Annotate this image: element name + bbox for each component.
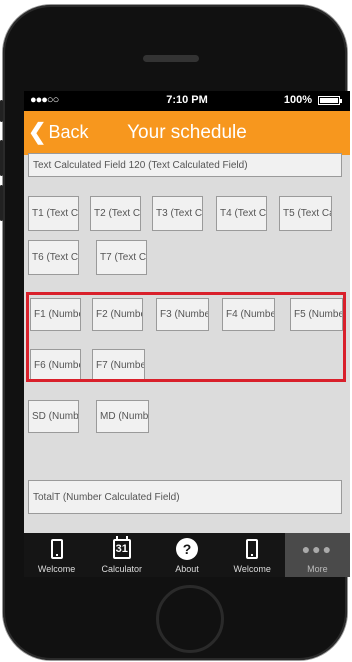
page-title: Your schedule: [127, 122, 247, 143]
more-dots-icon: ●●●: [301, 541, 334, 557]
text-calculated-field-120[interactable]: Text Calculated Field 120 (Text Calculat…: [28, 153, 342, 177]
phone-icon: [246, 539, 259, 559]
tab-label: Calculator: [101, 564, 143, 574]
t3-field[interactable]: T3 (Text Calculated Field): [152, 196, 203, 231]
battery-icon: [318, 96, 342, 105]
home-button[interactable]: [156, 585, 224, 653]
t4-field[interactable]: T4 (Text Calculated Field): [216, 196, 267, 231]
mute-switch: [0, 100, 3, 122]
volume-down-button: [0, 185, 3, 221]
t7-field[interactable]: T7 (Text Calculated Field): [96, 240, 147, 275]
volume-up-button: [0, 140, 3, 176]
tab-label: Welcome: [233, 564, 271, 574]
t1-field[interactable]: T1 (Text Calculated Field): [28, 196, 79, 231]
tab-welcome-2[interactable]: Welcome: [220, 533, 285, 577]
t2-field[interactable]: T2 (Text Calculated Field): [90, 196, 141, 231]
md-field[interactable]: MD (Number Field): [96, 400, 149, 433]
app-screen: ●●●○○ 7:10 PM 100% ❮ Back Your schedule …: [24, 91, 350, 577]
speaker-grille: [143, 55, 199, 62]
calendar-icon: 31: [112, 536, 131, 559]
total-t-field[interactable]: TotalT (Number Calculated Field): [28, 480, 342, 514]
status-bar: ●●●○○ 7:10 PM 100%: [24, 91, 350, 111]
t5-field[interactable]: T5 (Text Calculated Field): [279, 196, 332, 231]
navigation-bar: ❮ Back Your schedule: [24, 111, 350, 155]
phone-icon: [50, 539, 63, 559]
tab-more[interactable]: ●●● More: [284, 533, 350, 577]
sd-field[interactable]: SD (Number Field): [28, 400, 79, 433]
tab-bar: Welcome 31 Calculator ? About Welcome ●●…: [24, 533, 350, 577]
tab-welcome[interactable]: Welcome: [24, 533, 89, 577]
tab-label: Welcome: [37, 564, 76, 574]
tab-calculator[interactable]: 31 Calculator: [89, 533, 154, 577]
number-fields-highlight: [26, 292, 346, 382]
help-icon: ?: [176, 538, 198, 560]
tab-label: More: [307, 564, 328, 574]
battery-percent: 100%: [283, 94, 312, 106]
t6-field[interactable]: T6 (Text Calculated Field): [28, 240, 79, 275]
form-content: Text Calculated Field 120 (Text Calculat…: [24, 153, 350, 533]
tab-label: About: [175, 564, 199, 574]
tab-about[interactable]: ? About: [154, 533, 219, 577]
